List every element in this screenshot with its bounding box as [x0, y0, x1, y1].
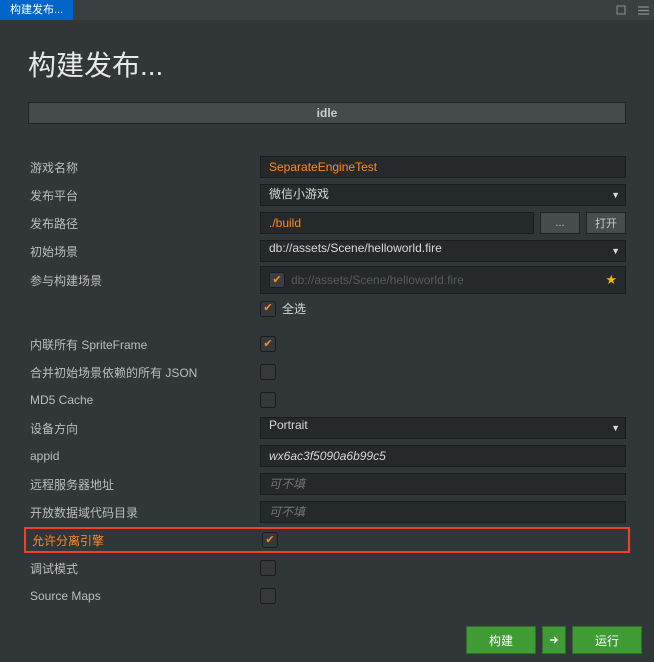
remote-server-input[interactable]	[260, 473, 626, 495]
panel-tab[interactable]: 构建发布...	[0, 0, 73, 20]
platform-select[interactable]: 微信小游戏	[260, 184, 626, 206]
debug-checkbox[interactable]	[260, 560, 276, 576]
label-game-name: 游戏名称	[28, 159, 260, 176]
label-platform: 发布平台	[28, 187, 260, 204]
label-open-data: 开放数据域代码目录	[28, 504, 260, 521]
open-button[interactable]: 打开	[586, 212, 626, 234]
label-start-scene: 初始场景	[28, 243, 260, 260]
select-all-label: 全选	[282, 300, 306, 317]
source-maps-checkbox[interactable]	[260, 588, 276, 604]
select-all-checkbox[interactable]	[260, 301, 276, 317]
label-appid: appid	[28, 449, 260, 463]
label-merge-json: 合并初始场景依赖的所有 JSON	[28, 364, 260, 381]
scene-item-checkbox[interactable]	[269, 272, 285, 288]
orientation-select[interactable]: Portrait	[260, 417, 626, 439]
separate-engine-checkbox[interactable]	[262, 532, 278, 548]
scene-item-path: db://assets/Scene/helloworld.fire	[291, 273, 464, 287]
appid-input[interactable]	[260, 445, 626, 467]
detach-icon[interactable]	[610, 0, 632, 20]
build-path-input[interactable]	[260, 212, 534, 234]
label-source-maps: Source Maps	[28, 589, 260, 603]
inline-sprite-checkbox[interactable]	[260, 336, 276, 352]
label-debug: 调试模式	[28, 560, 260, 577]
status-badge: idle	[28, 102, 626, 124]
browse-button[interactable]: ...	[540, 212, 580, 234]
label-orientation: 设备方向	[28, 420, 260, 437]
label-build-path: 发布路径	[28, 215, 260, 232]
arrow-right-icon[interactable]	[542, 626, 566, 654]
run-button[interactable]: 运行	[572, 626, 642, 654]
game-name-input[interactable]	[260, 156, 626, 178]
label-scenes: 参与构建场景	[28, 272, 260, 289]
build-button[interactable]: 构建	[466, 626, 536, 654]
merge-json-checkbox[interactable]	[260, 364, 276, 380]
label-inline-sprite: 内联所有 SpriteFrame	[28, 336, 260, 353]
label-separate-engine: 允许分离引擎	[30, 532, 262, 549]
page-title: 构建发布...	[28, 44, 626, 84]
label-md5: MD5 Cache	[28, 393, 260, 407]
md5-checkbox[interactable]	[260, 392, 276, 408]
star-icon: ★	[605, 272, 617, 288]
start-scene-select[interactable]: db://assets/Scene/helloworld.fire	[260, 240, 626, 262]
open-data-input[interactable]	[260, 501, 626, 523]
label-remote: 远程服务器地址	[28, 476, 260, 493]
menu-icon[interactable]	[632, 0, 654, 20]
scene-list-item[interactable]: db://assets/Scene/helloworld.fire ★	[260, 266, 626, 294]
